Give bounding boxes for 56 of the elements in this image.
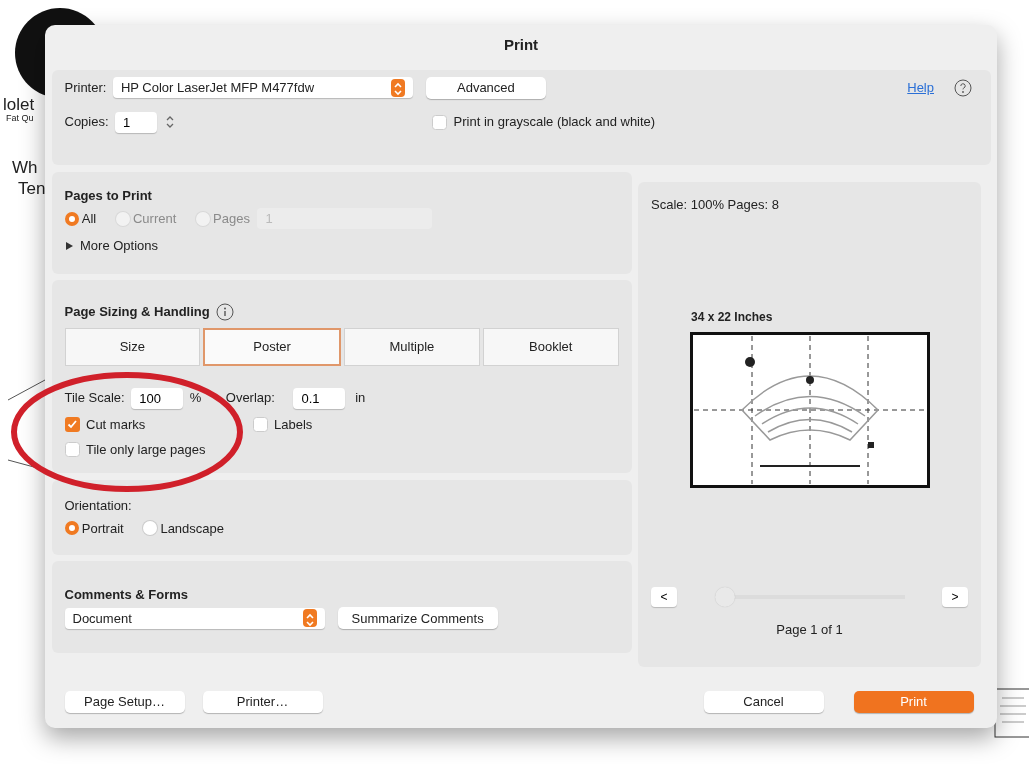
stepper-icon — [390, 78, 405, 97]
unit-label: in — [355, 389, 366, 408]
tab[interactable]: Multiple — [344, 327, 480, 366]
field-label: Overlap: — [225, 389, 275, 408]
radio-label: All — [81, 210, 97, 228]
page-indicator: Page 1 of 1 — [776, 621, 843, 639]
printer-dropdown[interactable]: HP Color LaserJet MFP M477fdw — [112, 77, 413, 98]
checkbox[interactable] — [64, 416, 80, 432]
background-text: Fat Qu — [6, 112, 34, 125]
more-options-toggle[interactable]: More Options — [80, 235, 159, 256]
radio-button[interactable] — [143, 521, 158, 536]
section-label: Orientation: — [64, 496, 133, 515]
dialog-button[interactable]: Cancel — [703, 691, 824, 713]
dialog-button[interactable]: Page Setup… — [64, 691, 185, 713]
checkbox[interactable] — [64, 442, 80, 458]
comments-dropdown[interactable]: Document — [64, 607, 325, 629]
radio-label: Landscape — [160, 519, 225, 538]
section-heading: Pages to Print — [64, 186, 153, 205]
help-link[interactable]: Help — [907, 77, 934, 98]
advanced-button[interactable]: Advanced — [425, 76, 546, 99]
summarize-comments-button[interactable]: Summarize Comments — [337, 607, 498, 630]
background-text: Wh — [12, 157, 38, 179]
dialog-button[interactable]: Printer… — [202, 691, 323, 713]
section-heading: Page Sizing & Handling — [64, 303, 210, 321]
tab[interactable]: Poster — [203, 327, 341, 366]
unit-label: % — [189, 389, 202, 408]
help-icon — [953, 78, 972, 97]
radio-button[interactable] — [64, 521, 79, 536]
paper-size-label: 34 x 22 Inches — [691, 309, 773, 326]
stepper-icon — [302, 609, 317, 628]
copies-label: Copies: — [64, 113, 109, 132]
radio-label: Current — [132, 210, 177, 228]
radio-label: Portrait — [81, 519, 124, 538]
field-label: Tile Scale: — [64, 389, 125, 408]
checkbox[interactable] — [432, 114, 448, 130]
info-icon — [216, 302, 235, 321]
note-drawing — [994, 688, 1029, 738]
copies-field[interactable]: 1 — [115, 111, 158, 133]
background-text: Ten — [18, 178, 46, 200]
section-heading: Comments & Forms — [64, 585, 190, 604]
radio-label: Pages — [213, 210, 250, 228]
next-page-button[interactable]: > — [942, 587, 968, 607]
window-title: Print — [503, 34, 539, 55]
overlap-field[interactable]: 0.1 — [293, 387, 346, 409]
tab[interactable]: Size — [64, 327, 201, 366]
checkbox-label: Tile only large pages — [86, 441, 206, 459]
tab[interactable]: Booklet — [482, 327, 619, 366]
checkbox-label: Labels — [274, 415, 313, 434]
checkbox-label: Cut marks — [86, 415, 146, 434]
printer-label: Printer: — [64, 78, 107, 97]
checkbox-label: Print in grayscale (black and white) — [453, 113, 656, 132]
scale-summary: Scale: 100% Pages: 8 — [651, 195, 779, 214]
checkbox[interactable] — [252, 416, 268, 432]
radio-button[interactable] — [64, 211, 79, 226]
tile-scale-field[interactable]: 100 — [131, 387, 184, 409]
previous-page-button[interactable]: < — [651, 587, 677, 607]
